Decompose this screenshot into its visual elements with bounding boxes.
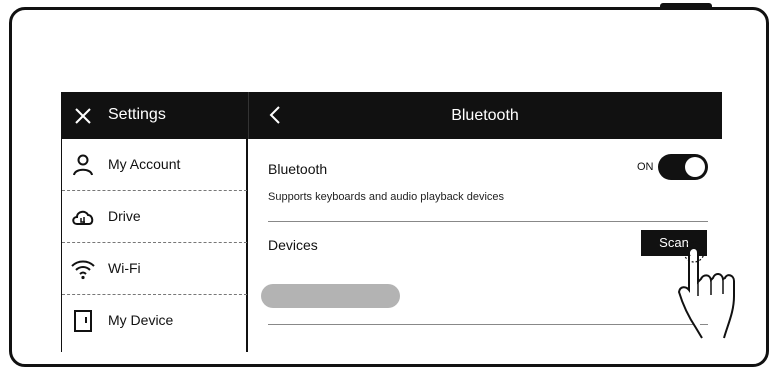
bluetooth-description: Supports keyboards and audio playback de… [268,191,505,203]
sidebar-item-label: My Device [108,312,174,328]
device-list-placeholder [261,284,400,308]
close-icon[interactable] [73,106,93,126]
top-bar: Settings Bluetooth [61,92,722,139]
page-title: Bluetooth [451,107,519,124]
sidebar-item-label: Wi-Fi [108,260,141,276]
power-button [660,3,712,9]
sidebar-item-label: Drive [108,208,141,224]
sidebar-item-my-account[interactable]: My Account [62,139,247,191]
sidebar-item-drive[interactable]: Drive [62,191,247,243]
settings-screen: Settings Bluetooth My Account Drive Wi-F… [61,92,722,352]
toggle-state-label: ON [637,161,654,173]
tap-hand-icon [677,241,735,339]
device-icon [74,310,92,332]
bluetooth-toggle[interactable] [658,154,708,180]
sidebar-item-my-device[interactable]: My Device [62,295,247,347]
bluetooth-label: Bluetooth [268,161,328,177]
sidebar: My Account Drive Wi-Fi My Device [61,139,248,352]
sidebar-item-label: My Account [108,156,181,172]
divider [268,221,708,222]
sidebar-item-wifi[interactable]: Wi-Fi [62,243,247,295]
divider [268,324,708,325]
bluetooth-panel: Bluetooth ON Supports keyboards and audi… [248,139,722,352]
devices-label: Devices [268,237,318,253]
wifi-icon [71,260,95,280]
toggle-knob [685,157,705,177]
user-icon [73,154,93,176]
settings-title: Settings [108,106,166,123]
cloud-icon [72,210,94,225]
